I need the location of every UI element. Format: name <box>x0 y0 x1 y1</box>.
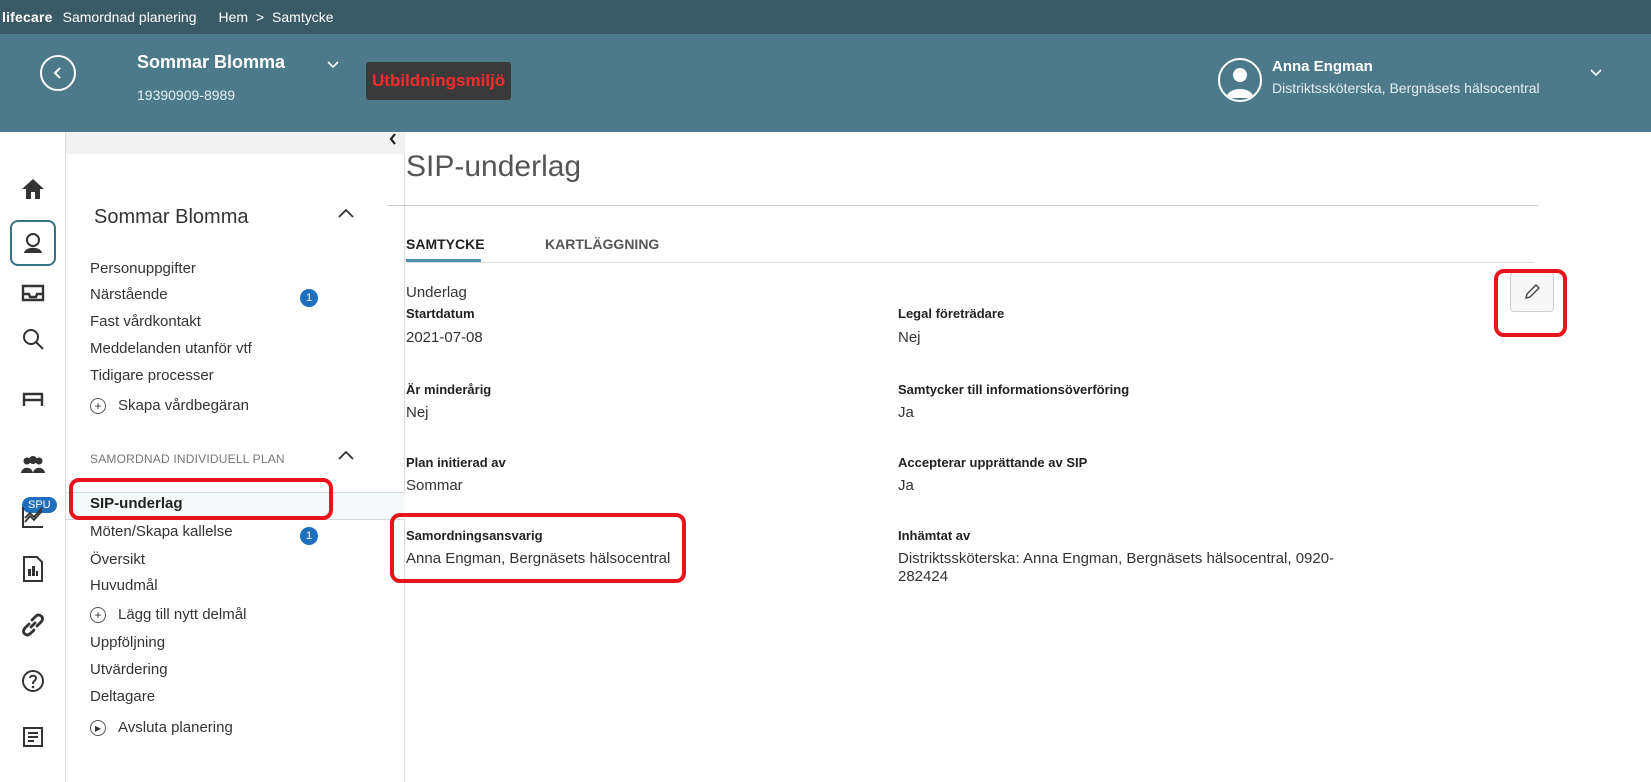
document-icon[interactable] <box>18 722 48 752</box>
sidebar-item-moten[interactable]: Möten/Skapa kallelse <box>90 523 233 540</box>
end-planning-label: Avsluta planering <box>118 719 233 736</box>
sidebar-item-utvardering[interactable]: Utvärdering <box>90 661 168 678</box>
initierad-value: Sommar <box>406 477 463 494</box>
sidebar-item-deltagare[interactable]: Deltagare <box>90 688 155 705</box>
narstaende-count-badge: 1 <box>300 289 318 307</box>
link-icon[interactable] <box>18 610 48 640</box>
inhamtat-label: Inhämtat av <box>898 528 971 543</box>
group-icon[interactable] <box>18 450 48 480</box>
pencil-icon <box>1525 284 1540 299</box>
accepterar-label: Accepterar upprättande av SIP <box>898 455 1088 470</box>
ansvarig-value: Anna Engman, Bergnäsets hälsocentral <box>406 550 671 567</box>
brand-logo: lifecare <box>2 9 53 25</box>
patient-icon[interactable] <box>10 220 56 266</box>
minderarig-label: Är minderårig <box>406 382 492 397</box>
help-icon[interactable] <box>18 666 48 696</box>
plus-circle-icon: + <box>90 398 106 414</box>
breadcrumb-separator: > <box>255 9 265 25</box>
breadcrumb: Hem > Samtycke <box>219 9 334 25</box>
tab-samtycke[interactable]: SAMTYCKE <box>406 236 485 252</box>
patient-header: Sommar Blomma 19390909-8989 Utbildningsm… <box>0 34 1651 132</box>
user-menu-chevron-icon[interactable] <box>1590 64 1602 80</box>
ansvarig-label: Samordningsansvarig <box>406 528 543 543</box>
sidebar-section-sip: SAMORDNAD INDIVIDUELL PLAN <box>90 452 285 466</box>
legal-value: Nej <box>898 329 921 346</box>
patient-id: 19390909-8989 <box>137 87 236 103</box>
end-planning-button[interactable]: ▸ Avsluta planering <box>90 719 233 736</box>
sidebar-item-huvudmal[interactable]: Huvudmål <box>90 577 158 594</box>
home-icon[interactable] <box>18 174 48 204</box>
edit-button[interactable] <box>1510 272 1554 312</box>
collapse-sidebar-icon[interactable] <box>388 132 398 151</box>
inhamtat-value-line1: Distriktssköterska: Anna Engman, Bergnäs… <box>898 550 1335 567</box>
patient-sidebar: Sommar Blomma Personuppgifter Närstående… <box>66 154 405 782</box>
chart-icon[interactable] <box>18 502 48 532</box>
sidebar-item-personuppgifter[interactable]: Personuppgifter <box>90 260 196 277</box>
user-role: Distriktssköterska, Bergnäsets hälsocent… <box>1272 80 1540 96</box>
samtycker-value: Ja <box>898 404 914 421</box>
bed-icon[interactable] <box>18 382 48 412</box>
sidebar-item-tidigare-processer[interactable]: Tidigare processer <box>90 367 214 384</box>
minderarig-value: Nej <box>406 404 429 421</box>
initierad-label: Plan initierad av <box>406 455 506 470</box>
add-subgoal-button[interactable]: + Lägg till nytt delmål <box>90 606 246 623</box>
main-content: SIP-underlag SAMTYCKE KARTLÄGGNING Under… <box>388 132 1651 782</box>
inhamtat-value-line2: 282424 <box>898 568 949 585</box>
breadcrumb-current: Samtycke <box>272 9 334 25</box>
startdatum-value: 2021-07-08 <box>406 329 483 346</box>
tabs-divider <box>406 262 1534 263</box>
accepterar-value: Ja <box>898 477 914 494</box>
user-name: Anna Engman <box>1272 58 1373 75</box>
patient-menu-chevron-icon[interactable] <box>327 56 339 72</box>
breadcrumb-home[interactable]: Hem <box>219 9 249 25</box>
moten-count-badge: 1 <box>300 527 318 545</box>
back-button[interactable] <box>40 55 76 91</box>
report-icon[interactable] <box>18 554 48 584</box>
patient-name: Sommar Blomma <box>137 52 286 72</box>
chevron-up-icon[interactable] <box>338 444 354 465</box>
user-avatar-icon[interactable] <box>1218 58 1262 102</box>
environment-badge: Utbildningsmiljö <box>366 62 512 100</box>
plus-circle-icon: + <box>90 607 106 623</box>
add-subgoal-label: Lägg till nytt delmål <box>118 606 247 623</box>
legal-label: Legal företrädare <box>898 306 1005 321</box>
sidebar-item-meddelanden[interactable]: Meddelanden utanför vtf <box>90 340 252 357</box>
chevron-left-icon <box>53 67 61 79</box>
sidebar-patient-name: Sommar Blomma <box>94 206 249 228</box>
create-care-request-button[interactable]: + Skapa vårdbegäran <box>90 397 249 414</box>
stop-circle-icon: ▸ <box>90 720 106 736</box>
sidebar-item-fast-vardkontakt[interactable]: Fast vårdkontakt <box>90 313 201 330</box>
title-divider <box>388 205 1538 206</box>
startdatum-label: Startdatum <box>406 306 475 321</box>
icon-rail: SPU <box>0 132 66 782</box>
samtycker-label: Samtycker till informationsöverföring <box>898 382 1130 397</box>
section-title-underlag: Underlag <box>406 284 467 301</box>
sidebar-item-oversikt[interactable]: Översikt <box>90 551 145 568</box>
chevron-up-icon[interactable] <box>338 202 354 223</box>
tab-kartlaggning[interactable]: KARTLÄGGNING <box>545 236 659 252</box>
sidebar-item-uppfoljning[interactable]: Uppföljning <box>90 634 165 651</box>
top-bar: lifecare Samordnad planering Hem > Samty… <box>0 0 1651 34</box>
create-care-request-label: Skapa vårdbegäran <box>118 397 249 414</box>
inbox-icon[interactable] <box>18 278 48 308</box>
page-title: SIP-underlag <box>406 150 582 183</box>
app-name: Samordnad planering <box>62 9 197 25</box>
sidebar-item-narstaende[interactable]: Närstående <box>90 286 168 303</box>
search-icon[interactable] <box>18 324 48 354</box>
sidebar-item-sip-underlag-label: SIP-underlag <box>90 495 183 512</box>
